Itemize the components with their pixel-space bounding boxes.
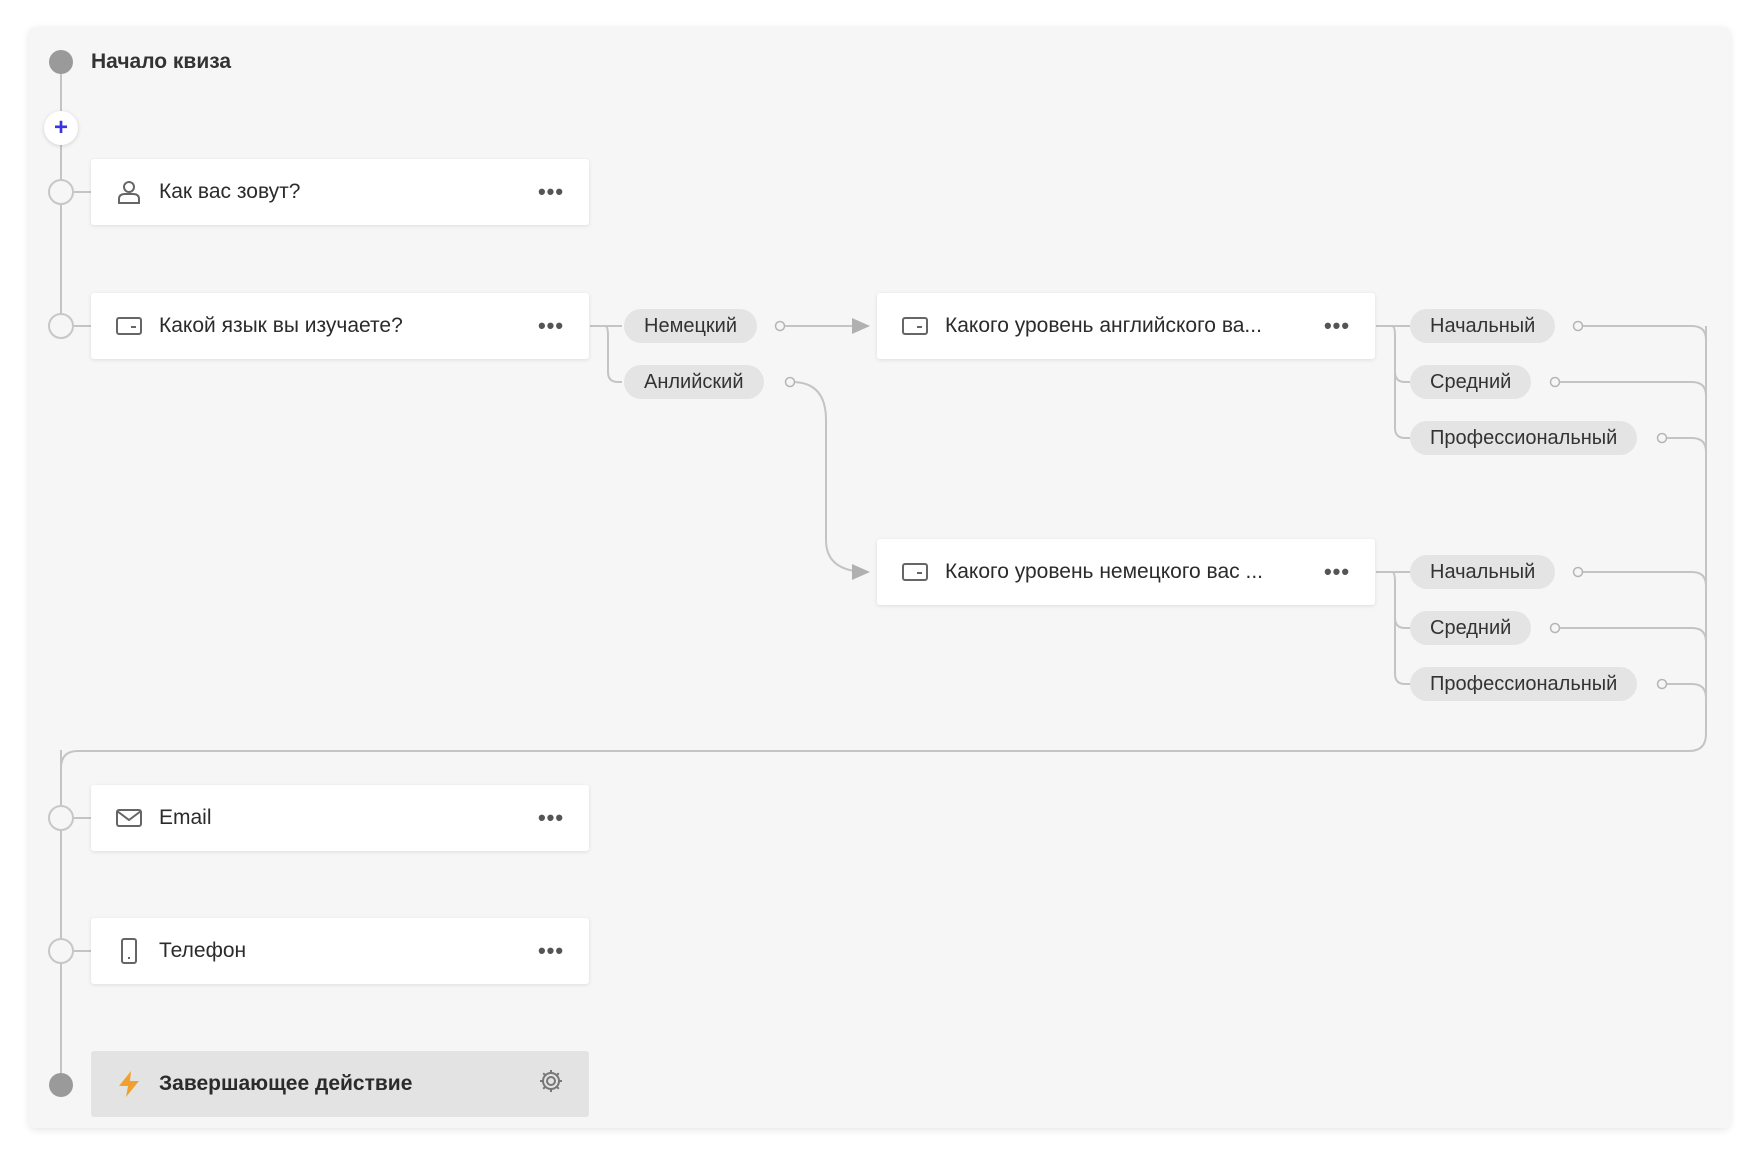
option-chip-intermediate[interactable]: Средний bbox=[1410, 611, 1532, 645]
option-chip-beginner[interactable]: Начальный bbox=[1410, 555, 1556, 589]
option-chip-english[interactable]: Анлийский bbox=[624, 365, 764, 399]
more-options-icon[interactable]: ••• bbox=[531, 938, 571, 964]
question-label: Какого уровень немецкого вас ... bbox=[945, 560, 1263, 583]
question-card-name[interactable]: Как вас зовут? ••• bbox=[91, 159, 589, 225]
more-options-icon[interactable]: ••• bbox=[531, 179, 571, 205]
more-options-icon[interactable]: ••• bbox=[1317, 313, 1357, 339]
select-icon bbox=[901, 558, 929, 586]
phone-icon bbox=[115, 937, 143, 965]
question-card-phone[interactable]: Телефон ••• bbox=[91, 918, 589, 984]
more-options-icon[interactable]: ••• bbox=[531, 313, 571, 339]
option-chip-intermediate[interactable]: Средний bbox=[1410, 365, 1532, 399]
step-node[interactable] bbox=[48, 938, 74, 964]
user-icon bbox=[115, 178, 143, 206]
add-step-button[interactable]: + bbox=[44, 111, 78, 145]
more-options-icon[interactable]: ••• bbox=[531, 805, 571, 831]
step-node[interactable] bbox=[48, 179, 74, 205]
option-chip-german[interactable]: Немецкий bbox=[624, 309, 757, 343]
end-node bbox=[49, 1073, 73, 1097]
gear-icon[interactable] bbox=[531, 1068, 571, 1100]
option-chip-beginner[interactable]: Начальный bbox=[1410, 309, 1556, 343]
step-node[interactable] bbox=[48, 313, 74, 339]
question-label: Email bbox=[159, 806, 212, 829]
select-icon bbox=[901, 312, 929, 340]
question-label: Какого уровень английского ва... bbox=[945, 314, 1262, 337]
question-card-language[interactable]: Какой язык вы изучаете? ••• bbox=[91, 293, 589, 359]
question-label: Какой язык вы изучаете? bbox=[159, 314, 403, 337]
step-node[interactable] bbox=[48, 805, 74, 831]
lightning-icon bbox=[115, 1070, 143, 1098]
quiz-start-title: Начало квиза bbox=[91, 50, 232, 73]
mail-icon bbox=[115, 804, 143, 832]
final-action-label: Завершающее действие bbox=[159, 1072, 413, 1095]
option-chip-professional[interactable]: Профессиональный bbox=[1410, 421, 1638, 455]
final-action-card[interactable]: Завершающее действие bbox=[91, 1051, 589, 1117]
more-options-icon[interactable]: ••• bbox=[1317, 559, 1357, 585]
question-card-email[interactable]: Email ••• bbox=[91, 785, 589, 851]
question-card-english-level[interactable]: Какого уровень английского ва... ••• bbox=[877, 293, 1375, 359]
option-chip-professional[interactable]: Профессиональный bbox=[1410, 667, 1638, 701]
question-card-german-level[interactable]: Какого уровень немецкого вас ... ••• bbox=[877, 539, 1375, 605]
select-icon bbox=[115, 312, 143, 340]
question-label: Телефон bbox=[159, 939, 247, 962]
start-node bbox=[49, 50, 73, 74]
question-label: Как вас зовут? bbox=[159, 180, 301, 203]
